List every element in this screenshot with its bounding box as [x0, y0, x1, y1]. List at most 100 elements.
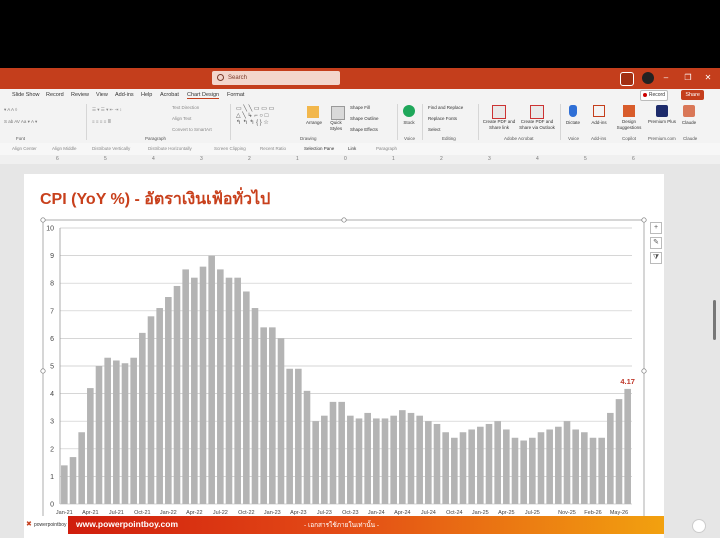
ruler-tick: 1 — [392, 156, 395, 162]
dictate-button[interactable]: Dictate — [562, 120, 584, 126]
shape-fill[interactable]: Shape Fill — [350, 105, 370, 110]
distribute-horizontally-button[interactable]: Distribute Horizontally — [148, 146, 192, 151]
stock-button[interactable]: Stock — [398, 120, 420, 126]
claude-button[interactable]: Claude — [677, 120, 701, 126]
text-direction[interactable]: Text Direction — [172, 105, 199, 110]
group-divider — [422, 104, 423, 140]
claude-icon[interactable] — [683, 105, 695, 117]
minimize-button[interactable]: – — [658, 71, 674, 85]
tab-acrobat[interactable]: Acrobat — [160, 92, 179, 98]
tab-view[interactable]: View — [96, 92, 108, 98]
shapes-gallery[interactable]: ▭ ╲ ╲ ▭ ▭ ▭ △ ╲ ↳ ⌐ ○ □ ↰ ↰ ↰ { } ☆ — [236, 105, 274, 126]
bar — [156, 308, 163, 504]
y-tick-label: 1 — [50, 474, 54, 481]
tab-add-ins[interactable]: Add-ins — [115, 92, 134, 98]
shape-outline[interactable]: Shape Outline — [350, 116, 379, 121]
bar — [494, 421, 501, 504]
selection-pane-button[interactable]: Selection Pane — [304, 146, 334, 151]
premium-icon[interactable] — [656, 105, 668, 117]
resize-handle — [641, 368, 647, 374]
distribute-vertically-button[interactable]: Distribute Vertically — [92, 146, 130, 151]
ruler-tick: 4 — [152, 156, 155, 162]
group-addins-label: Add-ins — [591, 136, 607, 141]
bar — [321, 415, 328, 504]
align-controls[interactable]: ≡ ≡ ≡ ≡ ≣ — [92, 119, 111, 125]
bar — [208, 255, 215, 504]
ruler-tick: 1 — [296, 156, 299, 162]
create-pdf-share-link-icon[interactable] — [492, 105, 506, 119]
y-tick-label: 5 — [50, 364, 54, 371]
bar — [381, 418, 389, 504]
resize-handle — [341, 217, 347, 223]
screen-clipping-button[interactable]: Screen Clipping — [214, 146, 246, 151]
share-button[interactable]: Share — [681, 90, 704, 100]
add-ins-button[interactable]: Add-ins — [588, 120, 610, 126]
stock-icon[interactable] — [403, 105, 415, 117]
search-box[interactable]: Search — [212, 71, 340, 85]
bar — [459, 432, 467, 504]
font-format-controls[interactable]: S ab AV Aa ▾ A ▾ — [4, 119, 37, 125]
bar — [113, 360, 120, 504]
close-button[interactable]: ✕ — [700, 71, 716, 85]
vertical-scrollbar[interactable] — [713, 300, 716, 340]
select-button[interactable]: Select — [428, 127, 441, 132]
list-controls[interactable]: ☰ ▾ ☰ ▾ ⇤ ⇥ ↕ — [92, 107, 122, 113]
group-acrobat-label: Adobe Acrobat — [504, 136, 534, 141]
y-tick-label: 4 — [50, 391, 54, 398]
bar — [485, 423, 493, 504]
avatar[interactable] — [642, 72, 654, 84]
font-controls[interactable]: ▾ A A ◊ — [4, 107, 17, 113]
bar — [511, 437, 519, 504]
tab-review[interactable]: Review — [71, 92, 89, 98]
arrange-button[interactable]: Arrange — [301, 120, 327, 126]
replace-fonts-button[interactable]: Replace Fonts — [428, 116, 457, 121]
y-tick-label: 7 — [50, 308, 54, 315]
paragraph-button[interactable]: Paragraph — [376, 146, 397, 151]
assistant-icon[interactable] — [692, 519, 706, 533]
copilot-icon[interactable] — [620, 72, 634, 86]
shape-effects[interactable]: Shape Effects — [350, 127, 378, 132]
recent-ratio-button[interactable]: Recent Ratio — [260, 146, 286, 151]
add-ins-icon[interactable] — [593, 105, 605, 117]
cpi-chart[interactable]: CPI (YoY %) - อัตราเงินเฟ้อทั่วไป 0 1 2 3 4 5… — [24, 174, 664, 538]
chart-filters-icon[interactable]: ⧩ — [650, 252, 662, 264]
resize-handle — [40, 217, 46, 223]
bar — [624, 388, 631, 504]
create-pdf-outlook-icon[interactable] — [530, 105, 544, 119]
microphone-icon[interactable] — [569, 105, 577, 117]
ruler-tick: 4 — [536, 156, 539, 162]
find-replace-button[interactable]: Find and Replace — [428, 105, 463, 110]
quick-styles-button[interactable]: Quick Styles — [325, 120, 347, 131]
bar — [390, 415, 397, 504]
align-center-button[interactable]: Align Center — [12, 146, 37, 151]
arrange-icon[interactable] — [307, 106, 319, 118]
resize-handle — [40, 368, 46, 374]
tab-record[interactable]: Record — [46, 92, 64, 98]
bar — [338, 401, 345, 504]
group-divider — [560, 104, 561, 140]
create-pdf-outlook-button[interactable]: Create PDF and Share via Outlook — [518, 119, 556, 130]
design-suggestions-button[interactable]: Design Suggestions — [613, 119, 645, 130]
chart-styles-icon[interactable]: ✎ — [650, 237, 662, 249]
bar — [537, 432, 545, 504]
create-pdf-share-link-button[interactable]: Create PDF and Share link — [481, 119, 517, 130]
bar — [555, 426, 562, 504]
premium-plus-button[interactable]: Premium Plus — [648, 119, 676, 125]
align-text[interactable]: Align Text — [172, 116, 191, 121]
bar — [546, 429, 553, 504]
convert-smartart[interactable]: Convert to SmartArt — [172, 127, 212, 132]
tab-slide-show[interactable]: Slide Show — [12, 92, 40, 98]
y-tick-label: 9 — [50, 253, 54, 260]
link-button[interactable]: Link — [348, 146, 356, 151]
align-middle-button[interactable]: Align Middle — [52, 146, 77, 151]
footer-logo: powerpointboy — [24, 516, 68, 534]
tab-chart-design[interactable]: Chart Design — [187, 92, 220, 99]
maximize-button[interactable]: ❐ — [680, 71, 696, 85]
record-button[interactable]: Record — [639, 90, 668, 101]
tab-help[interactable]: Help — [141, 92, 152, 98]
tab-format[interactable]: Format — [227, 92, 244, 98]
quick-styles-icon[interactable] — [331, 106, 345, 120]
chart-elements-icon[interactable]: + — [650, 222, 662, 234]
designer-icon[interactable] — [623, 105, 635, 117]
chart-side-tools: + ✎ ⧩ — [650, 222, 662, 267]
